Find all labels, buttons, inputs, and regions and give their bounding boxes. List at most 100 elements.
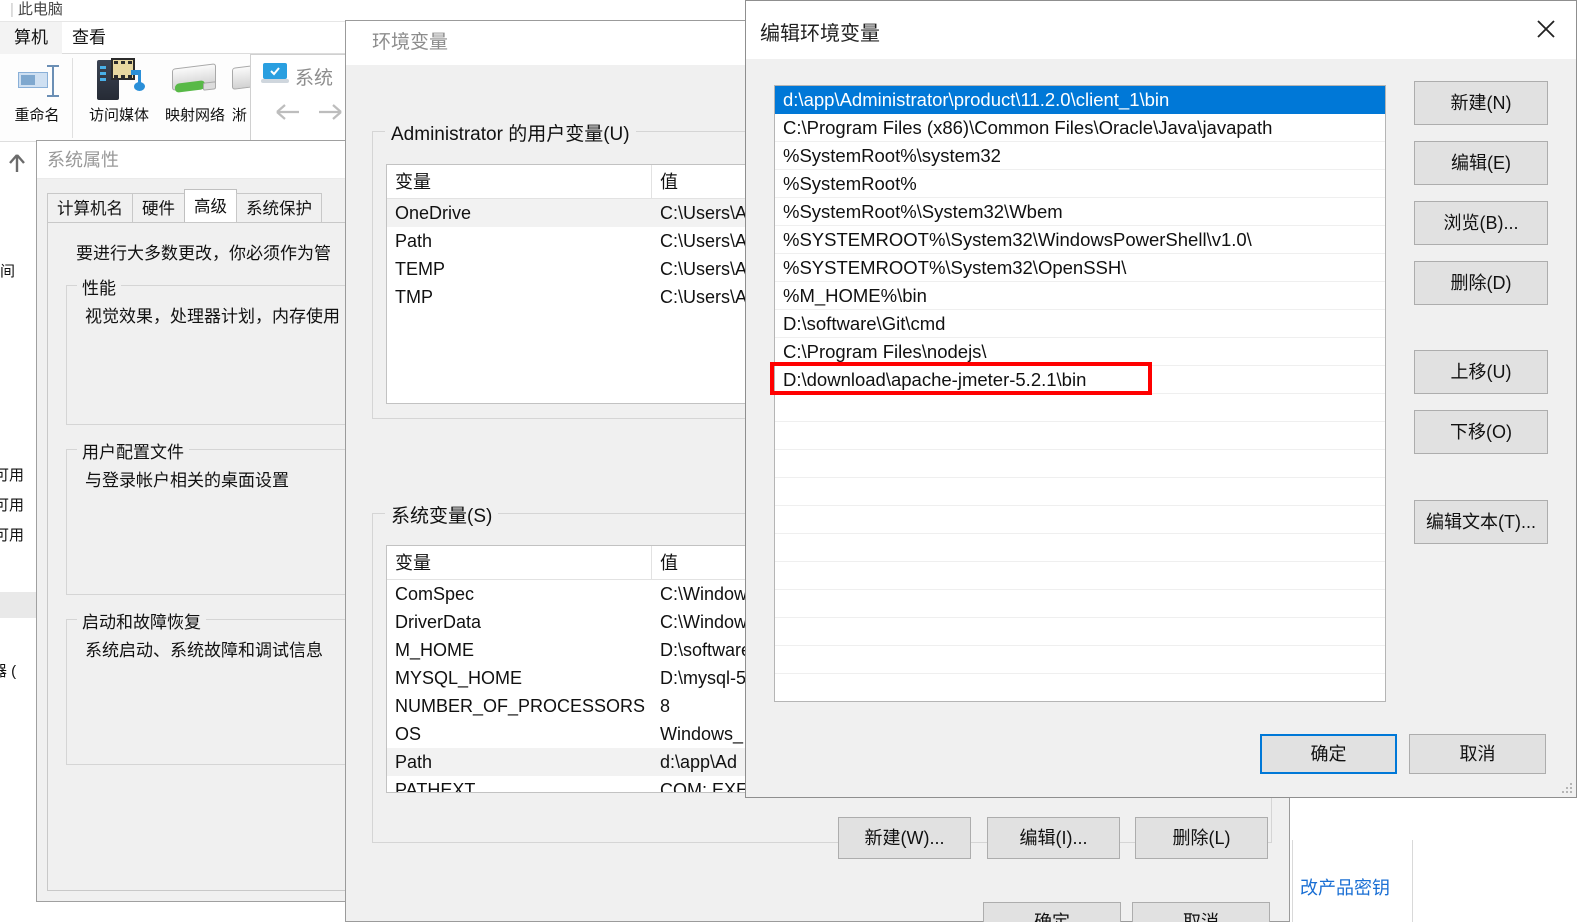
edit-button[interactable]: 编辑(E) [1414, 141, 1548, 185]
group-startup-recovery-title: 启动和故障恢复 [77, 608, 206, 633]
titlebar-separator: | [10, 1, 14, 18]
tab-computer-name[interactable]: 计算机名 [47, 193, 133, 223]
edit-env-cancel-button[interactable]: 取消 [1409, 734, 1546, 774]
system-properties-tabs: 计算机名 硬件 高级 系统保护 [47, 189, 322, 223]
tab-advanced[interactable]: 高级 [184, 189, 237, 223]
system-variables-group-title: 系统变量(S) [385, 501, 499, 528]
resize-grip[interactable] [1560, 781, 1574, 795]
ribbon-tab-computer[interactable]: 算机 [0, 22, 62, 54]
system-monitor-icon [261, 63, 289, 85]
list-item[interactable]: d:\app\Administrator\product\11.2.0\clie… [775, 86, 1385, 114]
system-var-name: NUMBER_OF_PROCESSORS [395, 696, 646, 716]
list-item-empty[interactable] [775, 394, 1385, 422]
user-var-name: TEMP [395, 259, 446, 279]
group-performance-text: 视觉效果，处理器计划，内存使用 [85, 307, 340, 326]
explorer-fragment-2: 可用 [0, 497, 25, 514]
delete-button[interactable]: 删除(D) [1414, 261, 1548, 305]
map-network-drive-icon [167, 58, 223, 102]
explorer-fragment-1: 可用 [0, 467, 25, 484]
user-var-name: Path [395, 231, 433, 251]
ribbon-button-map-network[interactable]: 映射网络 [158, 58, 232, 125]
system-var-name: DriverData [395, 612, 482, 632]
list-item[interactable]: %SYSTEMROOT%\System32\WindowsPowerShell\… [775, 226, 1385, 254]
system-var-name: OS [395, 724, 422, 744]
arrow-right-icon[interactable] [313, 99, 347, 130]
user-var-name: TMP [395, 287, 433, 307]
explorer-fragment-4: 器 ( [0, 663, 17, 680]
list-item[interactable]: %SystemRoot%\system32 [775, 142, 1385, 170]
ribbon-label-map-network: 映射网络 [164, 107, 225, 124]
list-item-empty[interactable] [775, 478, 1385, 506]
group-user-profiles-text: 与登录帐户相关的桌面设置 [85, 471, 289, 490]
ribbon-button-rename[interactable]: 重命名 [0, 62, 74, 125]
explorer-titlebar: | 此电脑 [0, 0, 360, 22]
system-window: 系统 [250, 54, 360, 146]
background-divider-left [1292, 840, 1293, 922]
tab-hardware[interactable]: 硬件 [132, 193, 185, 223]
background-divider-right [1412, 840, 1413, 922]
system-delete-button[interactable]: 删除(L) [1135, 817, 1268, 859]
list-item-empty[interactable] [775, 450, 1385, 478]
new-button[interactable]: 新建(N) [1414, 81, 1548, 125]
list-item-empty[interactable] [775, 590, 1385, 618]
edit-env-title: 编辑环境变量 [760, 23, 880, 45]
system-var-name: M_HOME [395, 640, 475, 660]
list-item-empty[interactable] [775, 562, 1385, 590]
system-window-title: 系统 [295, 68, 334, 89]
arrow-left-icon[interactable] [271, 99, 305, 130]
edit-text-button[interactable]: 编辑文本(T)... [1414, 500, 1548, 544]
env-cancel-button[interactable]: 取消 [1132, 902, 1270, 922]
env-ok-button[interactable]: 确定 [983, 902, 1121, 922]
media-server-icon [91, 58, 147, 102]
navigate-up-icon[interactable] [2, 148, 32, 178]
user-col-variable[interactable]: 变量 [387, 165, 652, 198]
change-product-key-link[interactable]: 改产品密钥 [1300, 874, 1390, 900]
browse-button[interactable]: 浏览(B)... [1414, 201, 1548, 245]
explorer-title: 此电脑 [17, 1, 63, 18]
list-item[interactable]: C:\Program Files\nodejs\ [775, 338, 1385, 366]
list-item[interactable]: %SYSTEMROOT%\System32\OpenSSH\ [775, 254, 1385, 282]
list-item-empty[interactable] [775, 646, 1385, 674]
list-item-empty[interactable] [775, 506, 1385, 534]
system-var-name: MYSQL_HOME [395, 668, 523, 688]
list-item[interactable]: %SystemRoot% [775, 170, 1385, 198]
group-startup-recovery-text: 系统启动、系统故障和调试信息 [85, 641, 323, 660]
explorer-fragment-3: 可用 [0, 527, 25, 544]
list-item[interactable]: C:\Program Files (x86)\Common Files\Orac… [775, 114, 1385, 142]
explorer-ribbon-tabs: 算机 查看 [0, 22, 360, 54]
edit-env-titlebar: 编辑环境变量 [746, 1, 1576, 59]
advanced-note: 要进行大多数更改，你必须作为管 [76, 244, 331, 263]
edit-environment-variable-dialog: 编辑环境变量 d:\app\Administrator\product\11.2… [745, 0, 1577, 798]
rename-icon [14, 62, 60, 102]
path-entries-list[interactable]: d:\app\Administrator\product\11.2.0\clie… [774, 85, 1386, 702]
ribbon-tab-view[interactable]: 查看 [58, 22, 120, 54]
system-properties-dialog: 系统属性 计算机名 硬件 高级 系统保护 要进行大多数更改，你必须作为管 性能 视觉效… [36, 140, 626, 902]
system-edit-button[interactable]: 编辑(I)... [987, 817, 1120, 859]
system-var-name: PATHEXT [395, 780, 476, 793]
system-var-name: ComSpec [395, 584, 475, 604]
user-var-name: OneDrive [395, 203, 472, 223]
list-item[interactable]: %SystemRoot%\System32\Wbem [775, 198, 1385, 226]
system-col-variable[interactable]: 变量 [387, 546, 652, 579]
group-user-profiles-title: 用户配置文件 [77, 438, 189, 463]
ribbon-label-access-media: 访问媒体 [88, 107, 149, 124]
list-item-empty[interactable] [775, 534, 1385, 562]
explorer-fragment-0: 间 [0, 263, 16, 280]
user-variables-group-title: Administrator 的用户变量(U) [385, 119, 636, 146]
close-icon[interactable] [1514, 1, 1576, 57]
list-item-empty[interactable] [775, 422, 1385, 450]
list-item-empty[interactable] [775, 674, 1385, 701]
group-performance-title: 性能 [77, 274, 121, 299]
list-item-highlighted[interactable]: D:\download\apache-jmeter-5.2.1\bin [775, 366, 1385, 394]
edit-env-ok-button[interactable]: 确定 [1260, 734, 1397, 774]
system-properties-title: 系统属性 [37, 141, 355, 179]
tab-system-protection[interactable]: 系统保护 [236, 193, 322, 223]
list-item[interactable]: %M_HOME%\bin [775, 282, 1385, 310]
list-item[interactable]: D:\software\Git\cmd [775, 310, 1385, 338]
system-new-button[interactable]: 新建(W)... [838, 817, 971, 859]
ribbon-button-access-media[interactable]: 访问媒体 [82, 58, 156, 125]
list-item-empty[interactable] [775, 618, 1385, 646]
ribbon-label-rename: 重命名 [14, 107, 60, 124]
move-up-button[interactable]: 上移(U) [1414, 350, 1548, 394]
move-down-button[interactable]: 下移(O) [1414, 410, 1548, 454]
